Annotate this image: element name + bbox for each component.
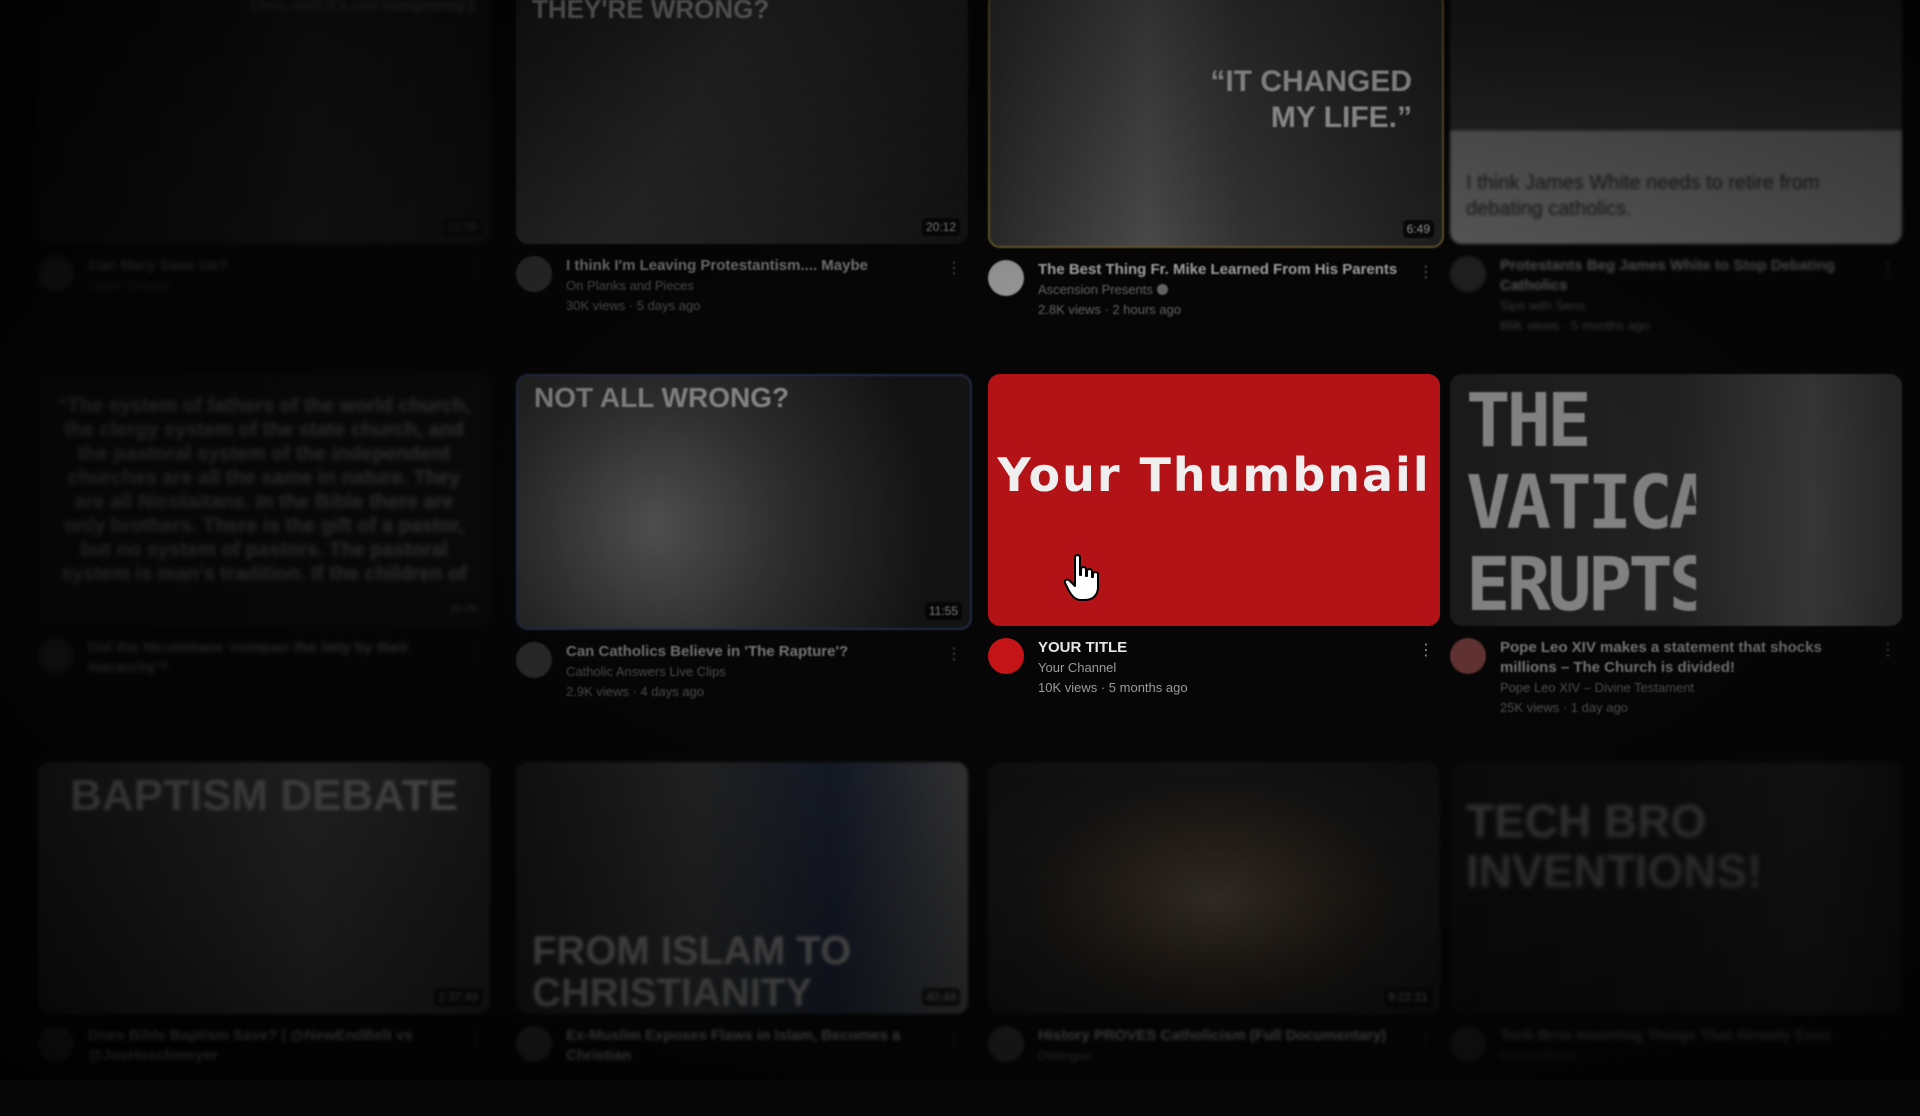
channel-avatar[interactable]	[38, 1026, 74, 1062]
kebab-menu-icon[interactable]: ⋮	[466, 258, 486, 278]
kebab-menu-icon[interactable]: ⋮	[1878, 640, 1898, 660]
kebab-menu-icon[interactable]: ⋮	[1416, 262, 1436, 282]
video-card[interactable]: (Yes, and it's not blasphemy.) 22:35 Can…	[38, 0, 490, 346]
video-title[interactable]: The Best Thing Fr. Mike Learned From His…	[1038, 260, 1406, 280]
video-thumbnail[interactable]: (Yes, and it's not blasphemy.) 22:35	[38, 0, 490, 244]
duration-badge: 9:22:21	[1383, 988, 1432, 1006]
video-thumbnail[interactable]: Your Thumbnail	[988, 374, 1440, 626]
video-title[interactable]: Can Mary Save Us?	[88, 256, 456, 276]
thumbnail-text: THE VATICAN ERUPTS...	[1466, 380, 1696, 620]
channel-avatar[interactable]	[516, 256, 552, 292]
duration-badge: 11:55	[924, 602, 962, 620]
channel-avatar[interactable]	[988, 638, 1024, 674]
video-title[interactable]: I think I'm Leaving Protestantism.... Ma…	[566, 256, 934, 276]
video-stats: 2.8K views · 2 hours ago	[1038, 302, 1182, 317]
video-card[interactable]: THEY'RE WRONG? 20:12 I think I'm Leaving…	[516, 0, 968, 346]
channel-name-text: Ascension Presents	[1038, 282, 1153, 297]
hand-pointer-icon	[1063, 554, 1099, 601]
duration-badge: 6:49	[1402, 220, 1434, 238]
video-title[interactable]: Can Catholics Believe in 'The Rapture'?	[566, 642, 934, 662]
thumbnail-text: “IT CHANGED MY LIFE.”	[1210, 65, 1412, 134]
video-title[interactable]: Does Bible Baptism Save? | @NewEndBelt v…	[88, 1026, 456, 1066]
channel-name[interactable]: Catholic Answers Live Clips	[566, 662, 934, 682]
channel-avatar[interactable]	[988, 1026, 1024, 1062]
video-thumbnail[interactable]: THEY'RE WRONG? 20:12	[516, 0, 968, 244]
thumbnail-text: BAPTISM DEBATE	[70, 771, 458, 820]
channel-name[interactable]: Ascension Presents	[1038, 280, 1406, 300]
video-card[interactable]: 9:22:21 History PROVES Catholicism (Full…	[988, 762, 1440, 1116]
kebab-menu-icon[interactable]: ⋮	[944, 258, 964, 278]
channel-name[interactable]: On Planks and Pieces	[566, 276, 934, 296]
channel-avatar[interactable]	[1450, 638, 1486, 674]
thumbnail-text: NOT ALL WRONG?	[534, 382, 790, 413]
video-card[interactable]: “IT CHANGED MY LIFE.” 6:49 The Best Thin…	[988, 0, 1444, 350]
thumbnail-text: “The system of fathers of the world chur…	[57, 395, 471, 585]
video-card[interactable]: FROM ISLAM TO CHRISTIANITY 40:48 Ex-Musl…	[516, 762, 968, 1116]
video-stats: 30K views · 5 days ago	[566, 298, 701, 313]
channel-name[interactable]: Patrick Boyle	[1500, 1046, 1868, 1066]
video-title[interactable]: History PROVES Catholicism (Full Documen…	[1038, 1026, 1406, 1046]
video-thumbnail[interactable]: NOT ALL WRONG? 11:55	[516, 374, 972, 630]
kebab-menu-icon[interactable]: ⋮	[466, 640, 486, 660]
thumbnail-text: FROM ISLAM TO CHRISTIANITY	[532, 929, 852, 1014]
channel-name[interactable]: Your Channel	[1038, 658, 1406, 678]
video-stats: 86K views · 5 months ago	[1500, 318, 1650, 333]
verified-icon	[1156, 284, 1168, 295]
thumbnail-text: Your Thumbnail	[997, 448, 1431, 502]
channel-avatar[interactable]	[516, 1026, 552, 1062]
video-stats: 2.9K views · 4 days ago	[566, 684, 705, 699]
video-title[interactable]: Protestants Beg James White to Stop Deba…	[1500, 256, 1868, 296]
video-card[interactable]: I think James White needs to retire from…	[1450, 0, 1902, 346]
kebab-menu-icon[interactable]: ⋮	[1878, 258, 1898, 278]
channel-avatar[interactable]	[516, 642, 552, 678]
video-card[interactable]: “The system of fathers of the world chur…	[38, 374, 490, 728]
kebab-menu-icon[interactable]: ⋮	[1878, 1028, 1898, 1048]
video-card[interactable]: THE VATICAN ERUPTS... Pope Leo XIV makes…	[1450, 374, 1902, 728]
duration-badge: 2:37:49	[433, 988, 482, 1006]
channel-avatar[interactable]	[988, 260, 1024, 296]
video-thumbnail[interactable]: “The system of fathers of the world chur…	[38, 374, 490, 626]
channel-avatar[interactable]	[1450, 1026, 1486, 1062]
video-stats: 10K views · 5 months ago	[1038, 680, 1188, 695]
video-thumbnail[interactable]: THE VATICAN ERUPTS...	[1450, 374, 1902, 626]
kebab-menu-icon[interactable]: ⋮	[944, 1028, 964, 1048]
channel-name[interactable]: Gavin Ortlund	[88, 276, 456, 296]
video-card[interactable]: TECH BRO INVENTIONS! Tech Bros Inventing…	[1450, 762, 1902, 1116]
duration-badge: 22:35	[443, 218, 482, 236]
video-thumbnail[interactable]: BAPTISM DEBATE 2:37:49	[38, 762, 490, 1014]
video-thumbnail[interactable]: “IT CHANGED MY LIFE.” 6:49	[988, 0, 1444, 248]
thumbnail-text: THEY'RE WRONG?	[532, 0, 770, 24]
channel-name[interactable]: Distinguo	[1038, 1046, 1406, 1066]
thumbnail-text: TECH BRO INVENTIONS!	[1466, 795, 1763, 897]
thumbnail-text: I think James White needs to retire from…	[1466, 172, 1820, 220]
video-thumbnail[interactable]: FROM ISLAM TO CHRISTIANITY 40:48	[516, 762, 968, 1014]
video-stats: 25K views · 1 day ago	[1500, 700, 1628, 715]
duration-badge: 20:12	[921, 218, 960, 236]
video-title[interactable]: Tech Bros Inventing Things That Already …	[1500, 1026, 1868, 1046]
video-title[interactable]: Ex-Muslim Exposes Flaws in Islam, Become…	[566, 1026, 934, 1066]
video-title[interactable]: Did the Nicolaitans 'conquer the laity b…	[88, 638, 456, 678]
channel-name[interactable]: Sips with Sens	[1500, 296, 1868, 316]
channel-avatar[interactable]	[38, 256, 74, 292]
kebab-menu-icon[interactable]: ⋮	[944, 644, 964, 664]
channel-avatar[interactable]	[38, 638, 74, 674]
video-title[interactable]: Pope Leo XIV makes a statement that shoc…	[1500, 638, 1868, 678]
video-thumbnail[interactable]: 9:22:21	[988, 762, 1440, 1014]
duration-badge: 20:25	[443, 600, 482, 618]
kebab-menu-icon[interactable]: ⋮	[1416, 640, 1436, 660]
video-grid: (Yes, and it's not blasphemy.) 22:35 Can…	[0, 0, 1920, 1080]
kebab-menu-icon[interactable]: ⋮	[466, 1028, 486, 1048]
featured-video-card[interactable]: Your Thumbnail YOUR TITLE Your Channel 1…	[988, 374, 1440, 728]
channel-name[interactable]: Pope Leo XIV – Divine Testament	[1500, 678, 1868, 698]
thumbnail-text: (Yes, and it's not blasphemy.)	[250, 0, 474, 14]
duration-badge: 40:48	[921, 988, 960, 1006]
video-thumbnail[interactable]: I think James White needs to retire from…	[1450, 0, 1902, 244]
video-card[interactable]: BAPTISM DEBATE 2:37:49 Does Bible Baptis…	[38, 762, 490, 1116]
video-card[interactable]: NOT ALL WRONG? 11:55 Can Catholics Belie…	[516, 374, 972, 732]
video-title[interactable]: YOUR TITLE	[1038, 638, 1406, 658]
video-thumbnail[interactable]: TECH BRO INVENTIONS!	[1450, 762, 1902, 1014]
kebab-menu-icon[interactable]: ⋮	[1416, 1028, 1436, 1048]
channel-avatar[interactable]	[1450, 256, 1486, 292]
